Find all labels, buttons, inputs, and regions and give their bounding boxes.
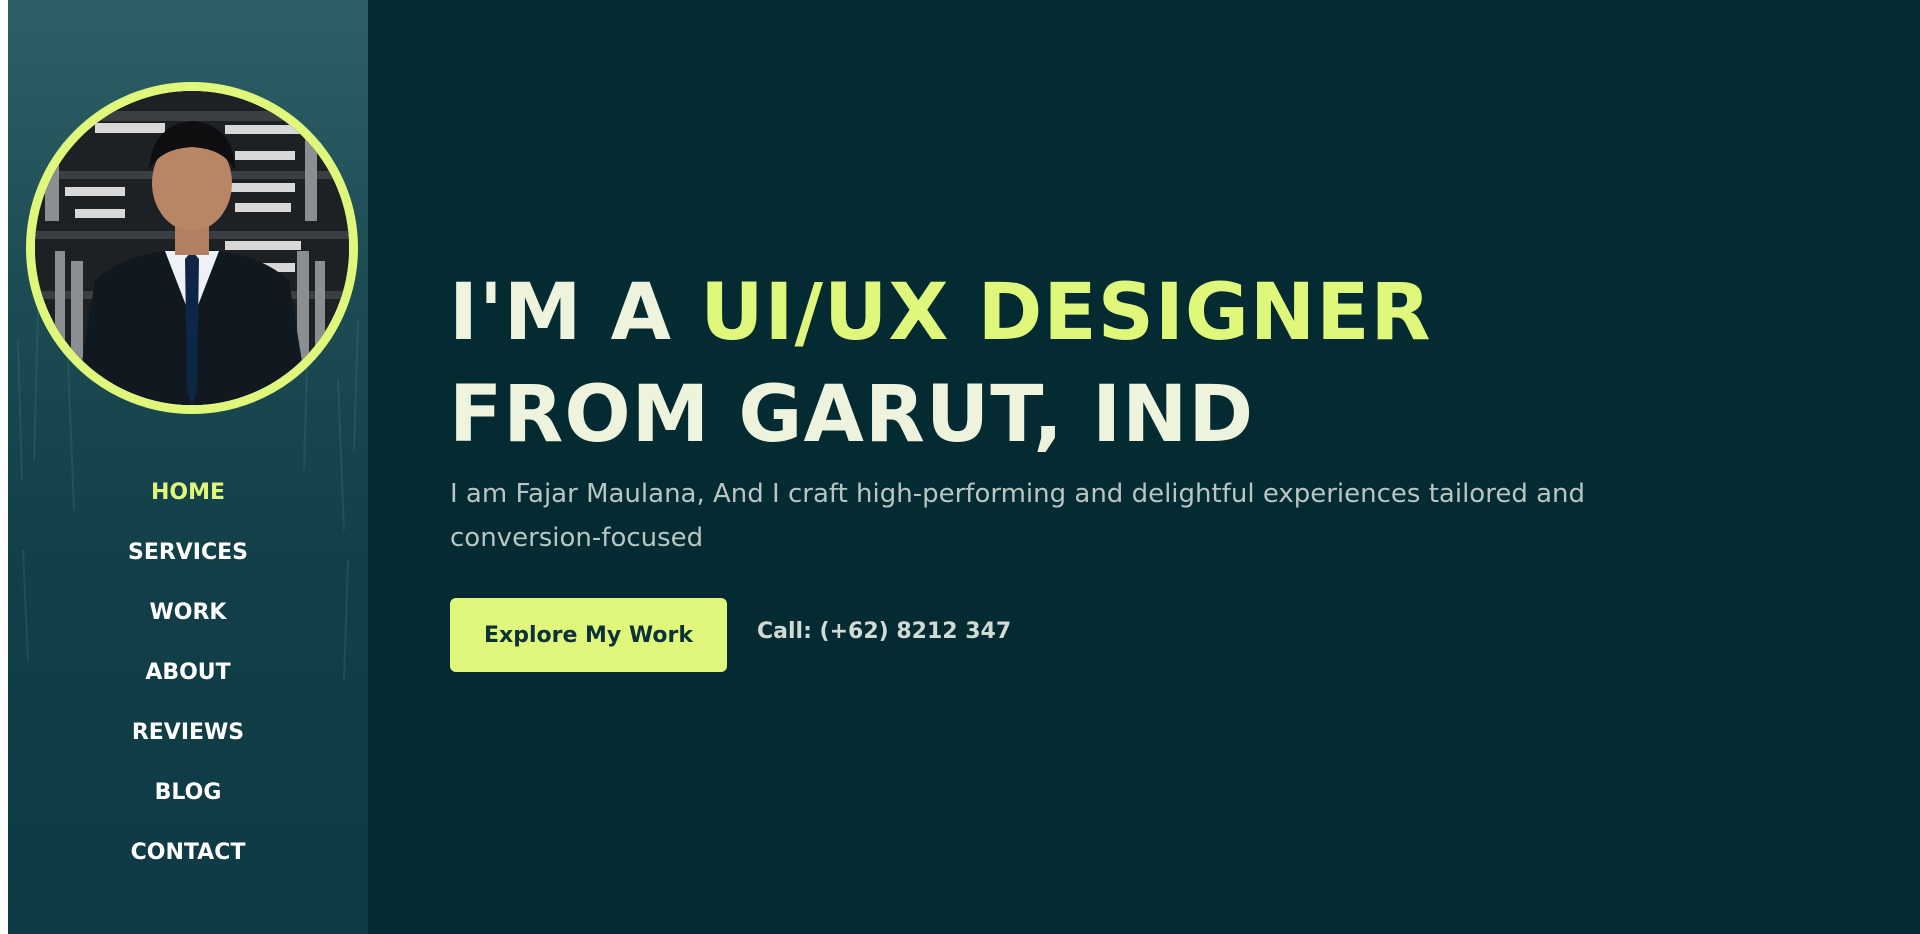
page: HOME SERVICES WORK ABOUT REVIEWS BLOG CO… bbox=[0, 0, 1920, 934]
nav-link-blog[interactable]: BLOG bbox=[155, 780, 222, 805]
call-phone-text[interactable]: Call: (+62) 8212 347 bbox=[757, 619, 1011, 644]
hero-section: I'M A UI/UX DESIGNER FROM GARUT, IND I am… bbox=[368, 0, 1920, 934]
nav-link-reviews[interactable]: REVIEWS bbox=[132, 720, 244, 745]
nav-link-contact[interactable]: CONTACT bbox=[131, 840, 246, 865]
main-nav: HOME SERVICES WORK ABOUT REVIEWS BLOG CO… bbox=[8, 462, 368, 882]
nav-item-blog: BLOG bbox=[8, 762, 368, 822]
nav-link-work[interactable]: WORK bbox=[150, 600, 227, 625]
explore-my-work-button[interactable]: Explore My Work bbox=[450, 598, 727, 672]
nav-item-about: ABOUT bbox=[8, 642, 368, 702]
hero-title-prefix: I'M A bbox=[449, 268, 701, 358]
nav-item-services: SERVICES bbox=[8, 522, 368, 582]
nav-item-reviews: REVIEWS bbox=[8, 702, 368, 762]
nav-item-contact: CONTACT bbox=[8, 822, 368, 882]
nav-link-home[interactable]: HOME bbox=[151, 480, 225, 505]
profile-avatar bbox=[26, 82, 358, 414]
nav-link-services[interactable]: SERVICES bbox=[128, 540, 248, 565]
sidebar: HOME SERVICES WORK ABOUT REVIEWS BLOG CO… bbox=[8, 0, 368, 934]
nav-item-home: HOME bbox=[8, 462, 368, 522]
hero-subtitle: I am Fajar Maulana, And I craft high-per… bbox=[450, 479, 1586, 553]
hero-title-accent: UI/UX DESIGNER bbox=[700, 268, 1432, 358]
left-edge-strip bbox=[0, 0, 8, 934]
hero-title: I'M A UI/UX DESIGNER FROM GARUT, IND bbox=[449, 262, 1432, 466]
nav-link-about[interactable]: ABOUT bbox=[145, 660, 230, 685]
hero-title-line2: FROM GARUT, IND bbox=[449, 370, 1255, 460]
nav-item-work: WORK bbox=[8, 582, 368, 642]
profile-photo bbox=[35, 91, 349, 405]
